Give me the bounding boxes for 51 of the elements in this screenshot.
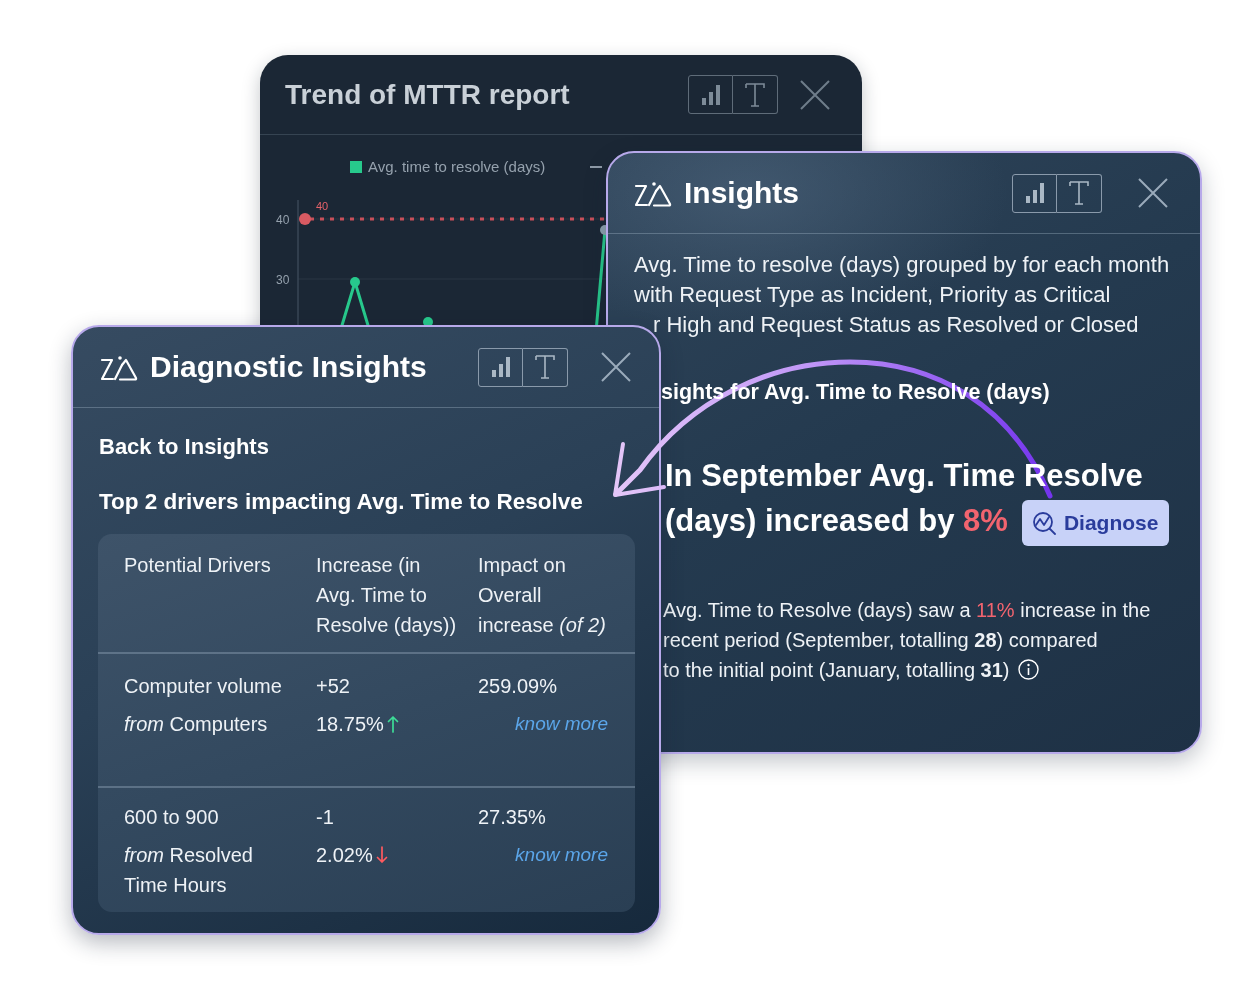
change-percent: 2.02%: [316, 843, 373, 868]
text-icon: [745, 82, 765, 107]
change-value: +52: [316, 674, 351, 699]
chart-view-button[interactable]: [688, 75, 733, 114]
axis-tick-label: 40: [276, 213, 290, 227]
info-icon: [1017, 658, 1039, 680]
panel-title: Insights: [684, 176, 800, 210]
column-header: Impact on Overall increase (of 2): [478, 553, 607, 638]
axis-tick-label: 30: [276, 273, 290, 287]
data-point: [350, 277, 360, 287]
driver-name: 600 to 900: [124, 805, 220, 830]
text-view-button[interactable]: [523, 347, 568, 387]
panel-title: Trend of MTTR report: [285, 78, 571, 111]
summary-text: Avg. Time to Resolve (days) saw a 11% increase in the recent period (September, totalling 28) compared to the initial point (January, totalling 31): [663, 597, 1152, 683]
column-header: Increase (in Avg. Time to Resolve (days)): [316, 553, 458, 638]
legend-label: Avg. time to resolve (days): [368, 158, 546, 175]
close-button[interactable]: [1138, 178, 1168, 208]
back-link[interactable]: Back to Insights: [98, 432, 269, 462]
impact-value: 27.35%: [478, 805, 547, 830]
search-chart-icon: [1031, 510, 1056, 535]
description-text: Avg. Time to resolve (days) grouped by for each month with Request Type as Incident, Priority as Critical r High and Request Status as Resolved or Closed: [634, 251, 1171, 339]
close-icon: [1138, 178, 1168, 208]
text-icon: [535, 355, 555, 379]
column-header: Potential Drivers: [124, 553, 272, 578]
text-icon: [1069, 181, 1089, 205]
driver-name: Computer volume: [124, 674, 283, 699]
driver-source: from Resolved Time Hours: [124, 843, 254, 898]
diagnose-button[interactable]: Diagnose: [1021, 499, 1170, 546]
legend-dash-icon: [589, 166, 603, 168]
section-heading: Top 2 drivers impacting Avg. Time to Resolve: [99, 488, 584, 516]
bar-chart-icon: [1025, 183, 1044, 203]
know-more-link[interactable]: know more: [515, 709, 608, 739]
text-view-button[interactable]: [733, 75, 778, 114]
legend-swatch-icon: [350, 161, 362, 173]
text-view-button[interactable]: [1057, 173, 1102, 213]
close-button[interactable]: [601, 352, 631, 382]
close-button[interactable]: [800, 79, 830, 110]
impact-value: 259.09%: [478, 674, 558, 699]
bar-chart-icon: [701, 84, 720, 105]
change-percent: 18.75%: [316, 712, 384, 737]
panel-title: Diagnostic Insights: [150, 350, 428, 384]
driver-source: from Computers: [124, 712, 269, 737]
bar-chart-icon: [491, 357, 510, 377]
close-icon: [601, 352, 631, 382]
chart-view-button[interactable]: [478, 347, 523, 387]
chart-view-button[interactable]: [1012, 173, 1057, 213]
change-value: -1: [316, 805, 335, 830]
close-icon: [800, 79, 830, 110]
know-more-link[interactable]: know more: [515, 840, 608, 870]
data-label: 40: [316, 200, 329, 212]
data-point: [299, 213, 311, 225]
